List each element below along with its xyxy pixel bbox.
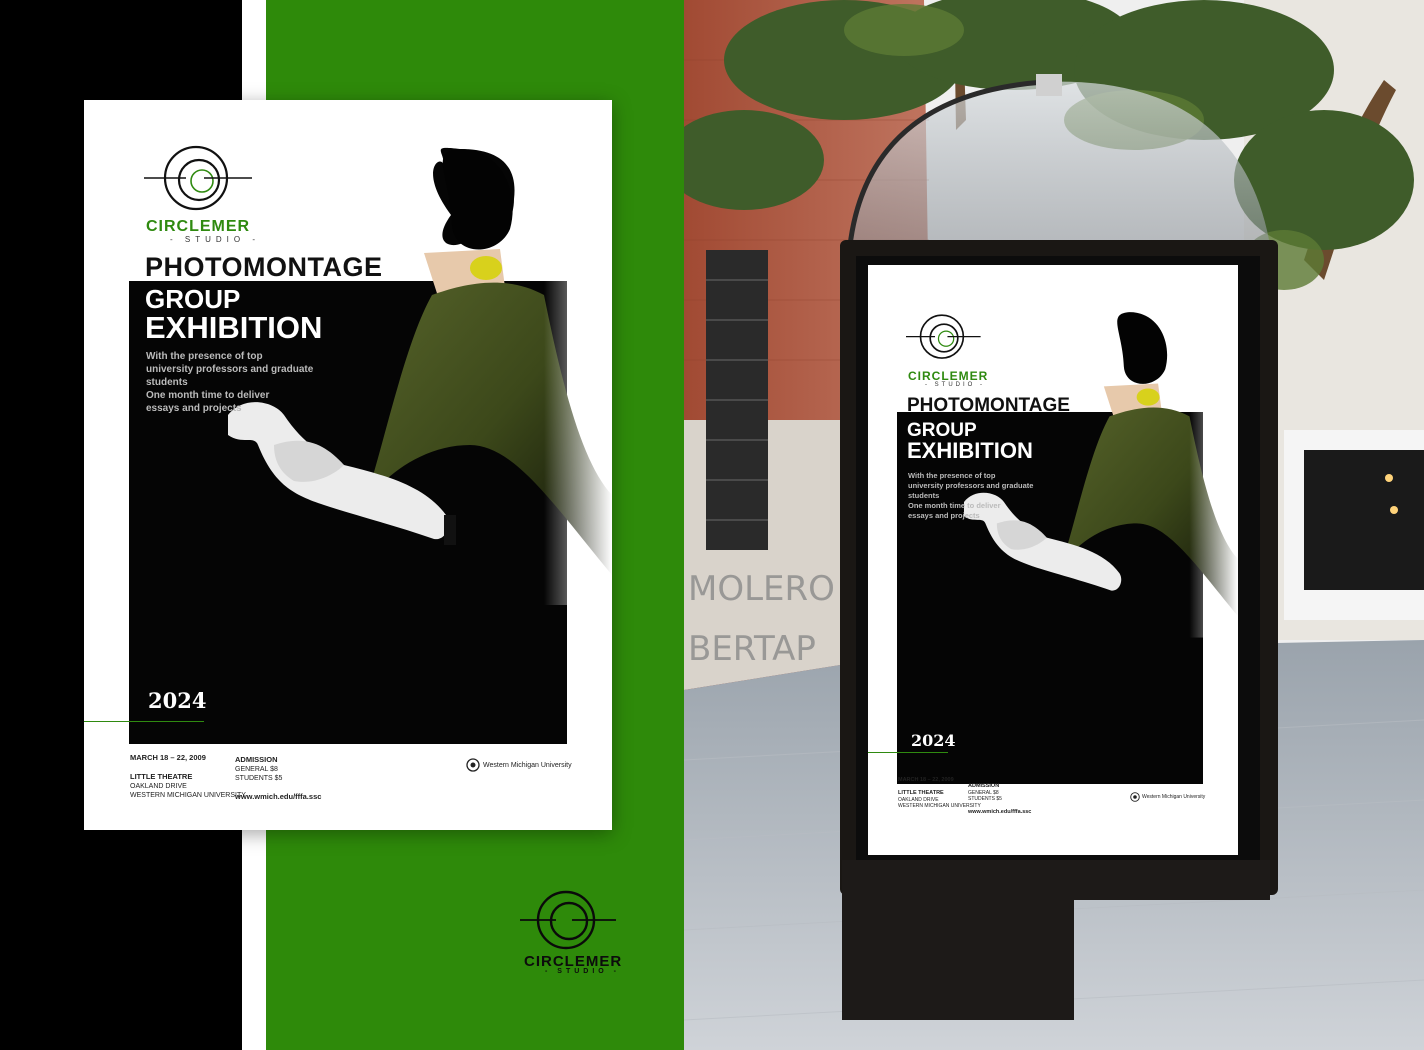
billboard-title-photomontage: PHOTOMONTAGE	[907, 395, 1070, 416]
venue-line: OAKLAND DRIVE	[130, 783, 187, 790]
bottom-brand-subtitle: - STUDIO -	[545, 968, 620, 975]
blurb-line: university professors and graduate	[908, 481, 1034, 490]
venue-line: OAKLAND DRIVE	[898, 796, 939, 803]
billboard-venue-heading: LITTLE THEATRE	[898, 790, 944, 796]
university-seal-icon	[466, 758, 480, 772]
blurb-line: One month time to deliver	[908, 501, 1001, 510]
billboard-poster: CIRCLEMER - STUDIO - PHOTOMONTAGE GROUP …	[868, 265, 1238, 855]
university-block: Western Michigan University	[466, 758, 572, 772]
billboard-year: 2024	[911, 731, 956, 750]
venue-line: WESTERN MICHIGAN UNIVERSITY	[130, 792, 246, 799]
exhibition-poster: CIRCLEMER - STUDIO - PHOTOMONTAGE GROUP …	[84, 100, 612, 830]
admission-line: STUDENTS $5	[235, 775, 283, 782]
poster-dates: MARCH 18 – 22, 2009	[130, 753, 206, 762]
billboard-university-name: Western Michigan University	[1142, 793, 1206, 800]
admission-line: GENERAL $8	[968, 789, 999, 796]
graffiti-text: BERTAP	[688, 629, 816, 669]
billboard-university-seal-icon	[1130, 792, 1140, 802]
billboard-green-rule	[868, 752, 948, 753]
admission-line: GENERAL $8	[235, 766, 278, 773]
poster-title-group: GROUP	[145, 284, 241, 314]
billboard-url: www.wmich.edu/fffa.ssc	[968, 809, 1032, 815]
billboard-title-exhibition: EXHIBITION	[907, 438, 1033, 463]
billboard-admission-heading: ADMISSION	[968, 783, 1000, 789]
billboard-admission-block: ADMISSION GENERAL $8 STUDENTS $5 www.wmi…	[968, 783, 1031, 816]
graffiti-text: MOLERO	[688, 569, 835, 609]
poster-title-photomontage: PHOTOMONTAGE	[145, 252, 383, 282]
blurb-line: students	[908, 491, 940, 500]
poster-blurb: With the presence of top university prof…	[146, 350, 336, 415]
poster-dates-block: MARCH 18 – 22, 2009 LITTLE THEATRE OAKLA…	[130, 753, 246, 800]
admission-line: STUDENTS $5	[968, 796, 1002, 802]
blurb-line: essays and projects	[908, 511, 980, 520]
bottom-circlemer-logo-icon	[520, 890, 616, 950]
poster-admission-block: ADMISSION GENERAL $8 STUDENTS $5 www.wmi…	[235, 755, 321, 802]
blurb-line: With the presence of top	[146, 351, 263, 362]
poster-url: www.wmich.edu/fffa.ssc	[235, 792, 322, 801]
billboard-blurb: With the presence of top university prof…	[908, 471, 1033, 521]
blurb-line: With the presence of top	[908, 471, 996, 480]
blurb-line: essays and projects	[146, 403, 242, 414]
university-name: Western Michigan University	[483, 761, 572, 769]
poster-year: 2024	[148, 688, 207, 713]
blurb-line: One month time to deliver	[146, 390, 270, 401]
billboard-dates: MARCH 18 – 22, 2009	[898, 777, 954, 783]
poster-green-rule	[84, 721, 204, 722]
billboard-university-block: Western Michigan University	[1130, 792, 1205, 802]
blurb-line: students	[146, 377, 188, 388]
blurb-line: university professors and graduate	[146, 364, 314, 375]
poster-title-exhibition: EXHIBITION	[145, 310, 323, 345]
admission-heading: ADMISSION	[235, 755, 278, 764]
venue-heading: LITTLE THEATRE	[130, 772, 193, 781]
